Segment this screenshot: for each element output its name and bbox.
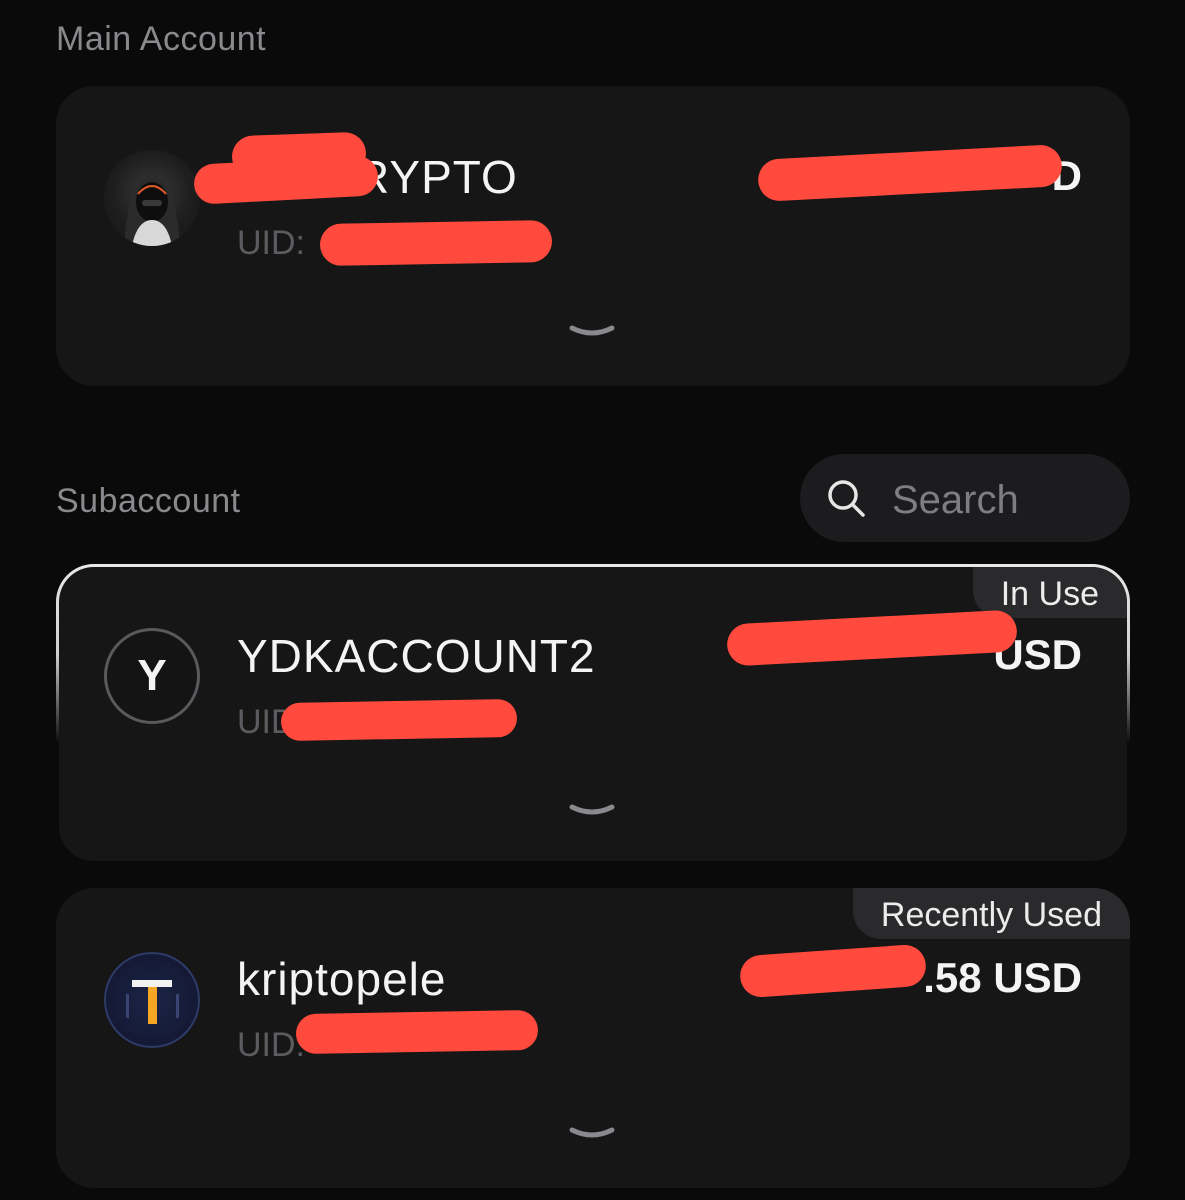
chevron-down-icon[interactable] bbox=[568, 801, 616, 821]
subaccount-avatar: T bbox=[104, 952, 200, 1048]
main-account-avatar bbox=[104, 150, 200, 246]
main-account-name: RYPTO bbox=[356, 151, 518, 203]
subaccount-name: kriptopele bbox=[237, 953, 447, 1005]
avatar-letter: Y bbox=[137, 651, 167, 700]
subaccount-uid-label: UID: bbox=[237, 1026, 305, 1064]
hooded-figure-icon bbox=[124, 174, 180, 246]
redaction-mark bbox=[193, 155, 379, 205]
redaction-mark bbox=[726, 609, 1018, 667]
main-account-uid-label: UID: bbox=[237, 224, 305, 262]
subaccount-card[interactable]: In Use Y YDKACCOUNT2 UID USD bbox=[56, 564, 1130, 864]
recently-used-badge: Recently Used bbox=[852, 888, 1130, 939]
subaccount-name: YDKACCOUNT2 bbox=[237, 630, 596, 682]
redaction-mark bbox=[738, 943, 928, 999]
chevron-down-icon[interactable] bbox=[568, 1124, 616, 1144]
subaccount-avatar: Y bbox=[104, 628, 200, 724]
token-logo-icon bbox=[126, 980, 179, 1024]
search-icon bbox=[828, 480, 865, 517]
subaccount-balance: .58 USD bbox=[923, 954, 1082, 1001]
search-placeholder: Search bbox=[892, 478, 1019, 522]
redaction-mark bbox=[757, 144, 1063, 202]
subaccount-screen: Main Account RYPTO UID: D Subaccount Sea… bbox=[0, 0, 1185, 1200]
search-box[interactable]: Search bbox=[800, 454, 1130, 542]
redaction-mark bbox=[319, 219, 553, 267]
redaction-mark bbox=[280, 698, 518, 742]
subaccount-heading: Subaccount bbox=[56, 482, 241, 520]
chevron-down-icon[interactable] bbox=[568, 322, 616, 342]
subaccount-card[interactable]: Recently Used T kriptopele UID: .58 USD bbox=[56, 888, 1130, 1188]
redaction-mark bbox=[295, 1009, 539, 1055]
main-account-card[interactable]: RYPTO UID: D bbox=[56, 86, 1130, 386]
main-account-heading: Main Account bbox=[56, 20, 267, 58]
